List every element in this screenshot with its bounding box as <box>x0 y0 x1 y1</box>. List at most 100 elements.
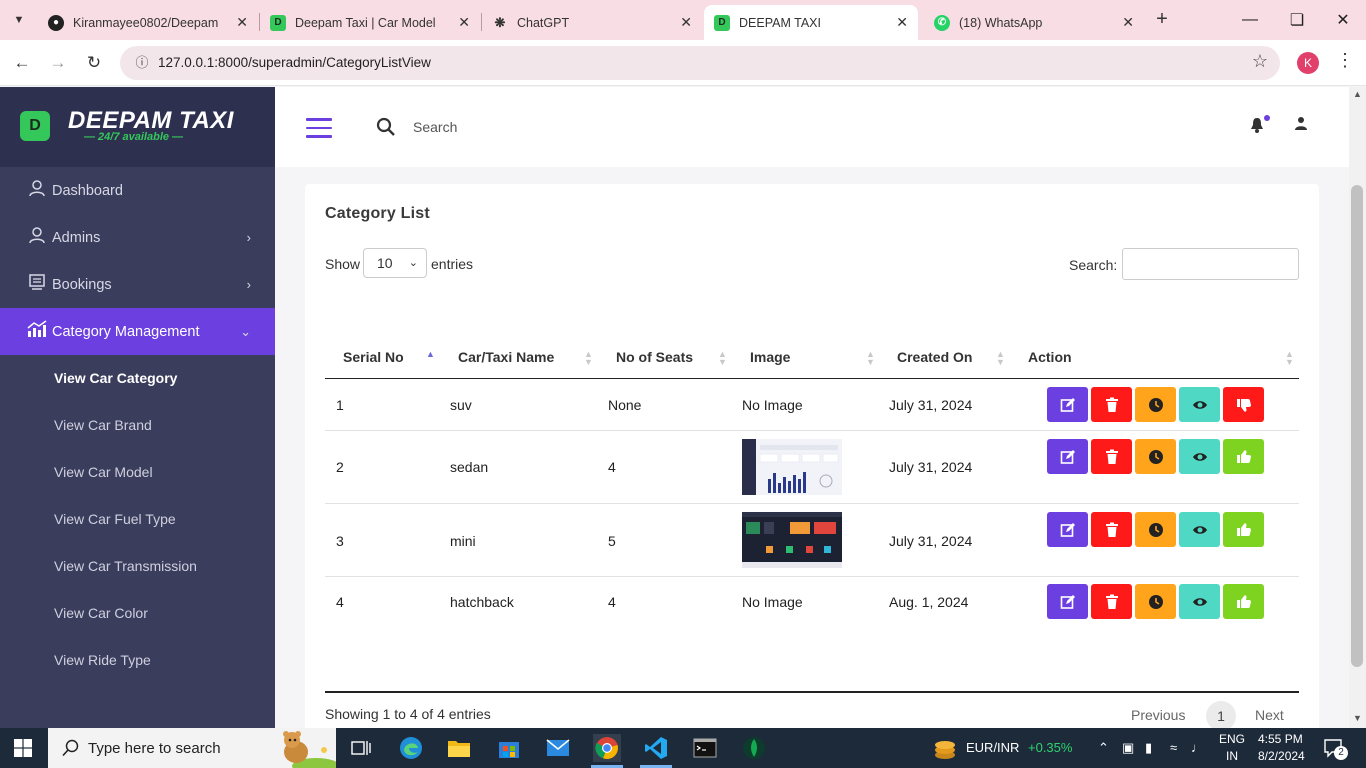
sidebar-subitem-view-car-brand[interactable]: View Car Brand <box>54 417 152 433</box>
brand-logo-area[interactable]: D DEEPAM TAXI — 24/7 available — <box>0 87 275 167</box>
chrome-icon[interactable] <box>593 734 621 762</box>
column-header-serial[interactable]: Serial No <box>343 349 404 365</box>
sidebar-subitem-view-car-model[interactable]: View Car Model <box>54 464 153 480</box>
file-explorer-icon[interactable] <box>445 734 473 762</box>
page-scrollbar[interactable]: ▲ ▼ <box>1349 87 1366 728</box>
address-bar[interactable]: ⓘ 127.0.0.1:8000/superadmin/CategoryList… <box>120 46 1280 80</box>
pagination-page-1[interactable]: 1 <box>1206 701 1236 731</box>
taskbar-search-box[interactable]: Type here to search <box>48 728 336 768</box>
url-text[interactable]: 127.0.0.1:8000/superadmin/CategoryListVi… <box>158 55 431 70</box>
pagination-next[interactable]: Next <box>1255 707 1284 723</box>
scrollbar-thumb[interactable] <box>1351 185 1363 667</box>
view-button[interactable] <box>1179 387 1220 422</box>
dislike-button[interactable] <box>1223 387 1264 422</box>
like-button[interactable] <box>1223 439 1264 474</box>
restore-icon[interactable]: ❏ <box>1277 6 1317 34</box>
close-icon[interactable]: ✕ <box>896 14 908 31</box>
sort-icon[interactable]: ▲ ▼ <box>1285 350 1294 367</box>
history-button[interactable] <box>1135 584 1176 619</box>
edge-browser-icon[interactable] <box>397 734 425 762</box>
terminal-icon[interactable] <box>691 734 719 762</box>
edit-button[interactable] <box>1047 439 1088 474</box>
wifi-icon[interactable]: ≈ <box>1170 740 1177 755</box>
tab-search-chevron-icon[interactable]: ▼ <box>6 8 32 32</box>
browser-tab-chatgpt[interactable]: ❋ ChatGPT ✕ <box>482 5 702 40</box>
language-indicator[interactable]: ENG <box>1219 732 1245 746</box>
view-button[interactable] <box>1179 512 1220 547</box>
column-header-action[interactable]: Action <box>1028 349 1072 365</box>
close-icon[interactable]: ✕ <box>1122 14 1134 31</box>
mongodb-compass-icon[interactable] <box>740 734 768 762</box>
browser-tab-whatsapp[interactable]: ✆ (18) WhatsApp ✕ <box>924 5 1144 40</box>
sort-asc-icon[interactable]: ▲ <box>426 350 435 359</box>
browser-menu-icon[interactable]: ⋮ <box>1336 50 1354 71</box>
history-button[interactable] <box>1135 512 1176 547</box>
delete-button[interactable] <box>1091 387 1132 422</box>
forward-arrow-icon[interactable]: → <box>45 50 71 76</box>
like-button[interactable] <box>1223 584 1264 619</box>
close-icon[interactable]: ✕ <box>680 14 692 31</box>
sidebar-item-category-management[interactable]: Category Management ⌄ <box>0 308 275 355</box>
browser-tab-deepam-taxi[interactable]: D DEEPAM TAXI ✕ <box>704 5 918 40</box>
profile-avatar[interactable]: K <box>1297 52 1319 74</box>
camera-icon[interactable]: ▣ <box>1122 740 1134 756</box>
back-arrow-icon[interactable]: ← <box>9 50 35 76</box>
clock-time[interactable]: 4:55 PM <box>1258 732 1303 746</box>
delete-button[interactable] <box>1091 584 1132 619</box>
table-search-input[interactable] <box>1122 248 1299 280</box>
bookmark-star-icon[interactable]: ☆ <box>1252 51 1268 72</box>
column-header-name[interactable]: Car/Taxi Name <box>458 349 554 365</box>
sidebar-subitem-view-car-fuel-type[interactable]: View Car Fuel Type <box>54 511 176 527</box>
header-search-input[interactable]: Search <box>413 119 457 135</box>
delete-button[interactable] <box>1091 439 1132 474</box>
column-header-created[interactable]: Created On <box>897 349 972 365</box>
notification-center-icon[interactable]: 2 <box>1324 738 1348 760</box>
sort-icon[interactable]: ▲ ▼ <box>718 350 727 367</box>
bell-icon[interactable] <box>1250 117 1264 137</box>
view-button[interactable] <box>1179 439 1220 474</box>
close-icon[interactable]: ✕ <box>236 14 248 31</box>
entries-per-page-select[interactable]: 10 ⌄ <box>363 248 427 278</box>
history-button[interactable] <box>1135 439 1176 474</box>
edit-button[interactable] <box>1047 584 1088 619</box>
sort-icon[interactable]: ▲ ▼ <box>866 350 875 367</box>
sidebar-item-dashboard[interactable]: Dashboard <box>0 167 275 214</box>
sidebar-item-admins[interactable]: Admins › <box>0 214 275 261</box>
minimize-icon[interactable]: — <box>1230 6 1270 34</box>
windows-start-icon[interactable] <box>14 739 32 757</box>
browser-tab-car-model[interactable]: D Deepam Taxi | Car Model ✕ <box>260 5 480 40</box>
sort-icon[interactable]: ▲ ▼ <box>584 350 593 367</box>
edit-button[interactable] <box>1047 512 1088 547</box>
sort-icon[interactable]: ▲ ▼ <box>996 350 1005 367</box>
browser-tab-github[interactable]: ● Kiranmayee0802/Deepam ✕ <box>38 5 258 40</box>
microsoft-store-icon[interactable] <box>495 734 523 762</box>
chevron-up-icon[interactable]: ⌃ <box>1098 740 1109 756</box>
sidebar-subitem-view-car-color[interactable]: View Car Color <box>54 605 148 621</box>
pagination-previous[interactable]: Previous <box>1131 707 1185 723</box>
history-button[interactable] <box>1135 387 1176 422</box>
new-tab-button[interactable]: + <box>1150 8 1174 32</box>
mail-icon[interactable] <box>544 734 572 762</box>
volume-muted-icon[interactable]: ♩ <box>1191 740 1204 755</box>
scroll-down-arrow-icon[interactable]: ▼ <box>1353 713 1362 723</box>
vscode-icon[interactable] <box>642 734 670 762</box>
column-header-image[interactable]: Image <box>750 349 790 365</box>
battery-icon[interactable]: ▮ <box>1145 740 1152 756</box>
site-info-icon[interactable]: ⓘ <box>132 53 152 73</box>
sidebar-item-bookings[interactable]: Bookings › <box>0 261 275 308</box>
close-icon[interactable]: ✕ <box>458 14 470 31</box>
delete-button[interactable] <box>1091 512 1132 547</box>
hamburger-menu-icon[interactable] <box>306 118 332 138</box>
search-icon[interactable] <box>376 117 396 137</box>
sidebar-subitem-view-car-category[interactable]: View Car Category <box>54 370 177 386</box>
scroll-up-arrow-icon[interactable]: ▲ <box>1353 89 1362 99</box>
column-header-seats[interactable]: No of Seats <box>616 349 693 365</box>
window-close-icon[interactable]: ✕ <box>1323 6 1363 34</box>
edit-button[interactable] <box>1047 387 1088 422</box>
sidebar-subitem-view-car-transmission[interactable]: View Car Transmission <box>54 558 197 574</box>
task-view-icon[interactable] <box>347 734 375 762</box>
view-button[interactable] <box>1179 584 1220 619</box>
like-button[interactable] <box>1223 512 1264 547</box>
sidebar-subitem-view-ride-type[interactable]: View Ride Type <box>54 652 151 668</box>
currency-pair-label[interactable]: EUR/INR <box>966 740 1019 755</box>
